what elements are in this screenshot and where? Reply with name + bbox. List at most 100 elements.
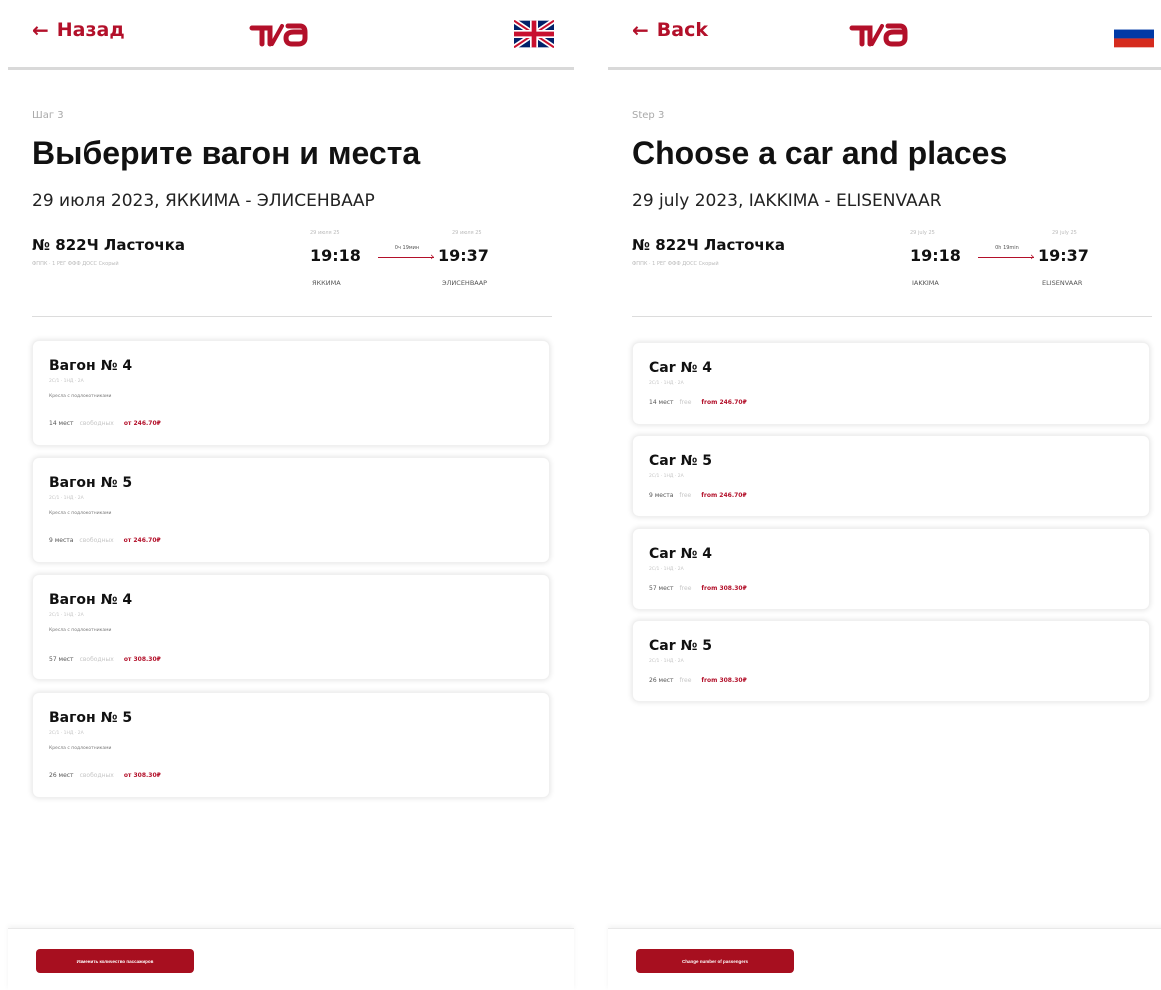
train-summary: № 822Ч Ласточка ФППК · 1 РЕГ ФФФ ДОСС Ск… <box>32 226 552 306</box>
step-label: Шаг 3 <box>32 110 64 121</box>
seat-count: 26 мест <box>649 677 674 684</box>
seat-count: 57 мест <box>649 585 674 592</box>
divider <box>632 316 1152 317</box>
car-code: 2С/1 · 1НД · 2А <box>49 613 84 618</box>
route-line <box>978 257 1034 258</box>
uk-flag-icon[interactable] <box>514 20 554 48</box>
free-label: free <box>679 492 692 499</box>
car-title: Вагон № 5 <box>49 710 133 726</box>
car-title: Вагон № 5 <box>49 475 133 491</box>
arrival-station: ELISENVAAR <box>1042 279 1083 287</box>
car-title: Car № 5 <box>649 453 712 469</box>
seat-count: 14 мест <box>49 420 74 427</box>
arrival-time: 19:37 <box>1038 246 1089 265</box>
car-card[interactable]: Вагон № 5 2С/1 · 1НД · 2А Кресла с подло… <box>32 457 550 563</box>
russia-flag-icon[interactable] <box>1114 20 1154 48</box>
car-code: 2С/1 · 1НД · 2А <box>649 381 684 386</box>
free-label: свободных <box>79 420 114 427</box>
arrival-date: 29 июля 25 <box>452 230 482 236</box>
arrival-date: 29 july 25 <box>1052 230 1077 236</box>
departure-station: ЯККИМА <box>312 279 341 287</box>
free-label: free <box>679 585 692 592</box>
car-code: 2С/1 · 1НД · 2А <box>649 567 684 572</box>
departure-time: 19:18 <box>910 246 961 265</box>
car-card[interactable]: Вагон № 4 2С/1 · 1НД · 2А Кресла с подло… <box>32 574 550 680</box>
header: ← Back <box>608 0 1161 70</box>
car-title: Car № 4 <box>649 360 712 376</box>
screen-english: ← Back Step 3 Choose a car and places 29… <box>608 0 1161 990</box>
back-button[interactable]: ← Назад <box>32 18 125 42</box>
back-button[interactable]: ← Back <box>632 18 708 42</box>
car-card[interactable]: Вагон № 4 2С/1 · 1НД · 2А Кресла с подло… <box>32 340 550 446</box>
car-code: 2С/1 · 1НД · 2А <box>49 496 84 501</box>
bottom-bar: Change number of passengers <box>608 928 1161 990</box>
car-availability: 14 мест свободных от 246.70₽ <box>49 420 161 427</box>
price: от 308.30₽ <box>123 772 161 779</box>
car-code: 2С/1 · 1НД · 2А <box>649 474 684 479</box>
car-availability: 26 мест free from 308.30₽ <box>649 677 747 684</box>
price: от 246.70₽ <box>123 420 161 427</box>
car-card[interactable]: Car № 5 2С/1 · 1НД · 2А 9 места free from … <box>632 435 1150 517</box>
car-type: Кресла с подлокотниками <box>49 746 112 751</box>
car-card[interactable]: Car № 4 2С/1 · 1НД · 2А 57 мест free from … <box>632 528 1150 610</box>
free-label: free <box>679 399 692 406</box>
price: from 246.70₽ <box>701 492 747 499</box>
car-type: Кресла с подлокотниками <box>49 511 112 516</box>
car-card[interactable]: Вагон № 5 2С/1 · 1НД · 2А Кресла с подло… <box>32 692 550 798</box>
page-title: Выберите вагон и места <box>32 135 421 171</box>
divider <box>32 316 552 317</box>
car-availability: 14 мест free from 246.70₽ <box>649 399 747 406</box>
arrival-station: ЭЛИСЕНВААР <box>442 279 488 287</box>
arrow-right-icon: › <box>430 250 435 263</box>
price: from 246.70₽ <box>701 399 747 406</box>
seat-count: 57 мест <box>49 656 74 663</box>
car-title: Car № 5 <box>649 638 712 654</box>
page-subtitle: 29 july 2023, IAKKIMA - ELISENVAAR <box>632 191 942 211</box>
change-passengers-button[interactable]: Изменить количество пассажиров <box>36 949 194 973</box>
train-name: № 822Ч Ласточка <box>32 236 185 254</box>
train-details: ФППК · 1 РЕГ ФФФ ДОСС Скорый <box>32 261 119 267</box>
train-summary: № 822Ч Ласточка ФППК · 1 РЕГ ФФФ ДОСС Ск… <box>632 226 1152 306</box>
screen-russian: ← Назад Шаг 3 Выберите вагон и места 29 … <box>8 0 580 990</box>
free-label: free <box>679 677 692 684</box>
step-label: Step 3 <box>632 110 665 121</box>
header: ← Назад <box>8 0 574 70</box>
car-card[interactable]: Car № 5 2С/1 · 1НД · 2А 26 мест free from … <box>632 620 1150 702</box>
free-label: свободных <box>79 537 114 544</box>
arrow-left-icon: ← <box>632 18 649 42</box>
car-availability: 26 мест свободных от 308.30₽ <box>49 772 161 779</box>
page-title: Choose a car and places <box>632 135 1008 171</box>
trip-duration: 0ч 19мин <box>394 245 420 251</box>
car-title: Вагон № 4 <box>49 358 133 374</box>
departure-time: 19:18 <box>310 246 361 265</box>
car-type: Кресла с подлокотниками <box>49 394 112 399</box>
seat-count: 14 мест <box>649 399 674 406</box>
car-availability: 57 мест свободных от 308.30₽ <box>49 656 161 663</box>
car-card[interactable]: Car № 4 2С/1 · 1НД · 2А 14 мест free from … <box>632 342 1150 425</box>
departure-station: IAKKIMA <box>912 279 939 287</box>
route-line <box>378 257 434 258</box>
car-availability: 9 места свободных от 246.70₽ <box>49 537 161 544</box>
page-subtitle: 29 июля 2023, ЯККИМА - ЭЛИСЕНВААР <box>32 191 375 211</box>
back-label: Назад <box>56 19 125 41</box>
rzd-logo <box>249 23 308 47</box>
car-code: 2С/1 · 1НД · 2А <box>49 731 84 736</box>
arrow-left-icon: ← <box>32 18 49 42</box>
train-name: № 822Ч Ласточка <box>632 236 785 254</box>
seat-count: 26 мест <box>49 772 74 779</box>
back-label: Back <box>656 19 708 41</box>
car-availability: 57 мест free from 308.30₽ <box>649 585 747 592</box>
arrival-time: 19:37 <box>438 246 489 265</box>
price: from 308.30₽ <box>701 677 747 684</box>
car-title: Вагон № 4 <box>49 592 133 608</box>
trip-duration: 0h 19min <box>995 245 1019 251</box>
train-details: ФППК · 1 РЕГ ФФФ ДОСС Скорый <box>632 261 719 267</box>
car-availability: 9 места free from 246.70₽ <box>649 492 747 499</box>
car-type: Кресла с подлокотниками <box>49 628 112 633</box>
seat-count: 9 места <box>49 537 74 544</box>
change-passengers-button[interactable]: Change number of passengers <box>636 949 794 973</box>
departure-date: 29 июля 25 <box>310 230 340 236</box>
car-code: 2С/1 · 1НД · 2А <box>49 379 84 384</box>
price: от 308.30₽ <box>123 656 161 663</box>
free-label: свободных <box>79 772 114 779</box>
